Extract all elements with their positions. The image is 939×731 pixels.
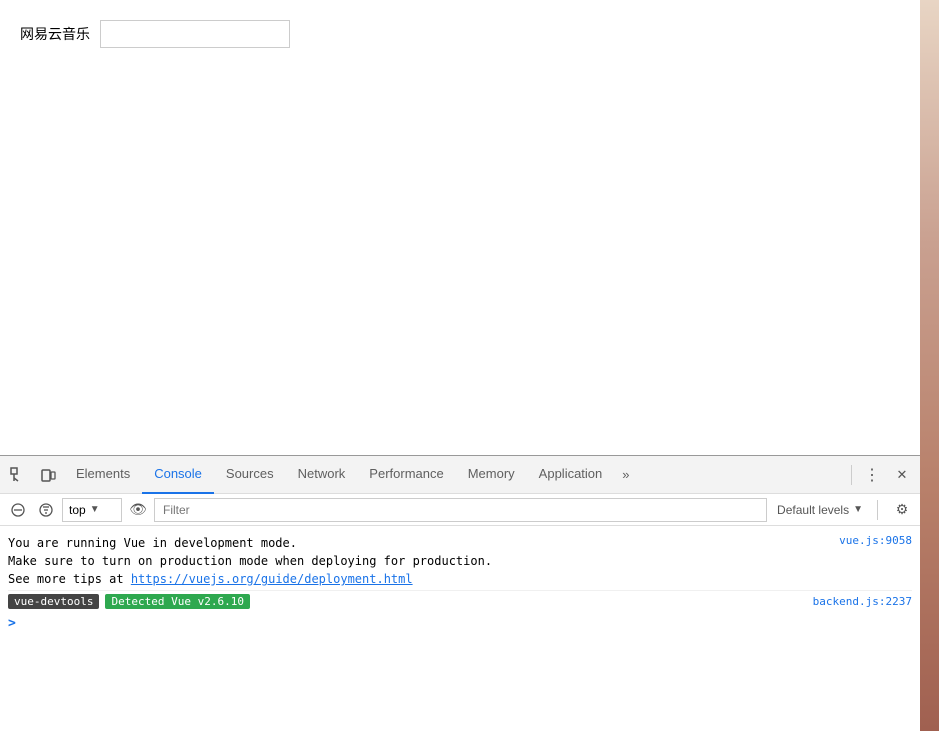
right-decorative-strip [920,0,939,731]
eye-icon: 👁 [129,501,147,518]
three-dots-icon: ⋮ [864,465,880,485]
tab-sources[interactable]: Sources [214,456,286,494]
console-output: You are running Vue in development mode.… [0,526,920,731]
app-title: 网易云音乐 [20,24,90,44]
more-options-button[interactable]: ⋮ [858,461,886,489]
prompt-arrow-icon: > [8,616,16,631]
tab-application[interactable]: Application [527,456,615,494]
console-filter-input[interactable] [154,498,767,522]
console-message-vue-warning: You are running Vue in development mode.… [8,532,912,591]
inspector-icon-button[interactable] [4,461,32,489]
search-input[interactable] [100,20,290,48]
eye-icon-button[interactable]: 👁 [126,498,150,522]
deployment-link[interactable]: https://vuejs.org/guide/deployment.html [131,572,413,586]
detected-vue-badge: Detected Vue v2.6.10 [105,594,249,609]
toolbar-separator [851,465,852,485]
browser-viewport: 网易云音乐 [0,0,920,455]
tab-console[interactable]: Console [142,456,214,494]
clear-console-button[interactable] [6,498,30,522]
gear-icon: ⚙ [896,501,909,518]
page-header: 网易云音乐 [20,20,900,48]
console-settings-button[interactable]: ⚙ [890,498,914,522]
device-toggle-button[interactable] [34,461,62,489]
context-selector-arrow: ▼ [90,504,100,515]
tab-elements[interactable]: Elements [64,456,142,494]
devtools-right-icons: ⋮ ✕ [847,461,916,489]
devtools-panel: Elements Console Sources Network Perform… [0,455,920,731]
console-message-source[interactable]: vue.js:9058 [839,534,912,547]
filter-toggle-button[interactable] [34,498,58,522]
context-selector[interactable]: top ▼ [62,498,122,522]
console-message-text: You are running Vue in development mode.… [8,534,819,588]
default-levels-arrow: ▼ [853,504,863,515]
tab-network[interactable]: Network [286,456,358,494]
close-devtools-button[interactable]: ✕ [888,461,916,489]
devtools-toolbar: Elements Console Sources Network Perform… [0,456,920,494]
close-icon: ✕ [897,467,908,483]
vue-devtools-badge: vue-devtools [8,594,99,609]
default-levels-selector[interactable]: Default levels ▼ [771,503,869,517]
backend-source-link[interactable]: backend.js:2237 [813,595,912,608]
console-bar-separator [877,500,878,520]
console-bar: top ▼ 👁 Default levels ▼ ⚙ [0,494,920,526]
devtools-tabs: Elements Console Sources Network Perform… [64,456,638,494]
badge-group: vue-devtools Detected Vue v2.6.10 [8,594,250,609]
more-tabs-button[interactable]: » [614,456,637,494]
console-prompt: > [8,612,912,635]
vue-devtools-badge-row: vue-devtools Detected Vue v2.6.10 backen… [8,591,912,612]
tab-memory[interactable]: Memory [456,456,527,494]
tab-performance[interactable]: Performance [357,456,455,494]
